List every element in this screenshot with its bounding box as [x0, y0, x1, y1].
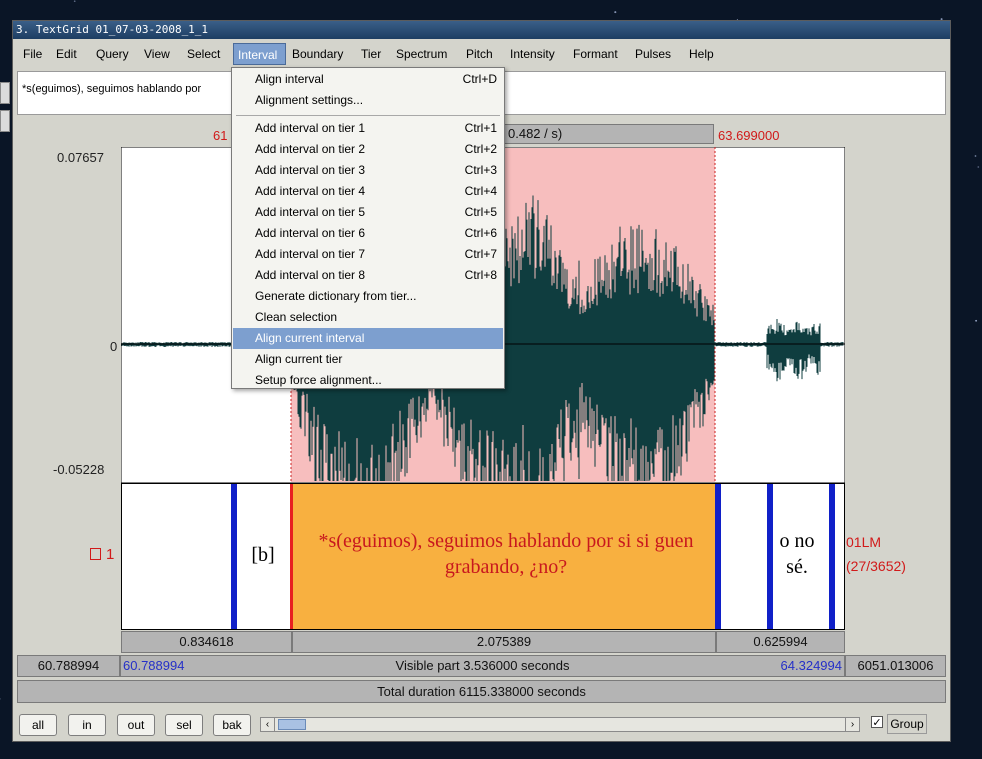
- menu-item-align-current-interval[interactable]: Align current interval: [233, 328, 503, 349]
- zoom-all-button[interactable]: all: [19, 714, 57, 736]
- interval-text-o-no-se: o no sé.: [779, 530, 815, 578]
- scroll-left-icon[interactable]: ‹: [261, 718, 275, 731]
- zoom-back-button[interactable]: bak: [213, 714, 251, 736]
- menu-item-add-interval-tier-5[interactable]: Add interval on tier 5 Ctrl+5: [233, 202, 503, 223]
- waveform-max-label: 0.07657: [57, 150, 104, 165]
- menu-formant[interactable]: Formant: [569, 43, 622, 65]
- visible-part-bar[interactable]: 60.788994 Visible part 3.536000 seconds …: [120, 655, 845, 677]
- zoom-sel-button[interactable]: sel: [165, 714, 203, 736]
- interval-boundary[interactable]: [829, 484, 835, 629]
- interval-boundary[interactable]: [715, 484, 721, 629]
- visible-part-label: Visible part 3.536000 seconds: [395, 658, 570, 673]
- waveform-zero-label: 0: [110, 339, 118, 354]
- menu-item-align-current-tier[interactable]: Align current tier: [233, 349, 503, 370]
- scrollbar-thumb[interactable]: [278, 719, 306, 730]
- menu-pulses[interactable]: Pulses: [631, 43, 675, 65]
- menu-item-add-interval-tier-7[interactable]: Add interval on tier 7 Ctrl+7: [233, 244, 503, 265]
- menu-item-add-interval-tier-3[interactable]: Add interval on tier 3 Ctrl+3: [233, 160, 503, 181]
- menu-help[interactable]: Help: [685, 43, 718, 65]
- menu-spectrum[interactable]: Spectrum: [392, 43, 451, 65]
- window-start-time: 61: [213, 128, 228, 143]
- selection-duration-text: 0.482 / s): [508, 126, 563, 141]
- menu-item-setup-force-alignment[interactable]: Setup force alignment...: [233, 370, 503, 391]
- duration-bar-left[interactable]: 0.834618: [121, 631, 292, 653]
- interval-text-selected: *s(eguimos), seguimos hablando por si si…: [318, 530, 694, 578]
- outer-right-time[interactable]: 6051.013006: [845, 655, 946, 677]
- horizontal-scrollbar[interactable]: ‹ ›: [260, 717, 860, 732]
- menu-boundary[interactable]: Boundary: [288, 43, 347, 65]
- outer-left-time[interactable]: 60.788994: [17, 655, 120, 677]
- tier-interval-count: (27/3652): [846, 558, 906, 574]
- menu-item-generate-dictionary[interactable]: Generate dictionary from tier...: [233, 286, 503, 307]
- interval-boundary[interactable]: [767, 484, 773, 629]
- menu-pitch[interactable]: Pitch: [462, 43, 497, 65]
- visible-start-time: 60.788994: [123, 658, 185, 673]
- zoom-in-button[interactable]: in: [68, 714, 106, 736]
- menu-item-alignment-settings[interactable]: Alignment settings...: [233, 90, 503, 111]
- interval-menu-dropdown: Align interval Ctrl+D Alignment settings.…: [231, 67, 505, 389]
- menu-tier[interactable]: Tier: [357, 43, 385, 65]
- star: [975, 319, 978, 322]
- star: [0, 698, 1, 700]
- duration-bar-right[interactable]: 0.625994: [716, 631, 845, 653]
- zoom-out-button[interactable]: out: [117, 714, 155, 736]
- menu-item-align-interval[interactable]: Align interval Ctrl+D: [233, 69, 503, 90]
- side-toolbar-button[interactable]: [0, 110, 10, 132]
- selection-duration-bar[interactable]: 0.482 / s): [503, 124, 714, 144]
- interval-text-b: [b]: [251, 544, 275, 566]
- selection-end-time: 63.699000: [718, 128, 780, 143]
- tier-name: 01LM: [846, 534, 882, 550]
- star: [614, 11, 617, 14]
- menu-interval[interactable]: Interval: [233, 43, 286, 65]
- interval-boundary[interactable]: [231, 484, 237, 629]
- menu-item-add-interval-tier-2[interactable]: Add interval on tier 2 Ctrl+2: [233, 139, 503, 160]
- menu-select[interactable]: Select: [183, 43, 224, 65]
- window-title: 3. TextGrid 01_07-03-2008_1_1: [13, 21, 950, 39]
- group-label[interactable]: Group: [887, 714, 927, 734]
- selected-boundary-left[interactable]: [290, 484, 293, 629]
- menu-item-add-interval-tier-8[interactable]: Add interval on tier 8 Ctrl+8: [233, 265, 503, 286]
- tier-checkbox-icon[interactable]: [90, 548, 101, 560]
- tier-number[interactable]: 1: [90, 546, 114, 563]
- total-duration-bar[interactable]: Total duration 6115.338000 seconds: [17, 680, 946, 703]
- menu-item-clean-selection[interactable]: Clean selection: [233, 307, 503, 328]
- menu-edit[interactable]: Edit: [52, 43, 81, 65]
- menu-bar: File Edit Query View Select Interval Bou…: [13, 41, 950, 67]
- star: [73, 0, 76, 3]
- waveform-min-label: -0.05228: [53, 462, 105, 477]
- tier-number-text: 1: [106, 546, 115, 563]
- side-toolbar-button[interactable]: [0, 82, 10, 104]
- duration-bar-center[interactable]: 2.075389: [292, 631, 716, 653]
- menu-intensity[interactable]: Intensity: [506, 43, 559, 65]
- star: [977, 166, 980, 168]
- group-checkbox-icon[interactable]: ✓: [871, 716, 883, 729]
- visible-end-time: 64.324994: [780, 658, 842, 673]
- menu-separator: [236, 115, 500, 116]
- menu-view[interactable]: View: [140, 43, 174, 65]
- menu-item-add-interval-tier-4[interactable]: Add interval on tier 4 Ctrl+4: [233, 181, 503, 202]
- menu-item-add-interval-tier-1[interactable]: Add interval on tier 1 Ctrl+1: [233, 118, 503, 139]
- menu-item-add-interval-tier-6[interactable]: Add interval on tier 6 Ctrl+6: [233, 223, 503, 244]
- star: [974, 155, 977, 157]
- menu-file[interactable]: File: [19, 43, 46, 65]
- scroll-right-icon[interactable]: ›: [845, 718, 859, 731]
- tier-panel[interactable]: [b] *s(eguimos), seguimos hablando por s…: [121, 483, 845, 630]
- menu-query[interactable]: Query: [92, 43, 133, 65]
